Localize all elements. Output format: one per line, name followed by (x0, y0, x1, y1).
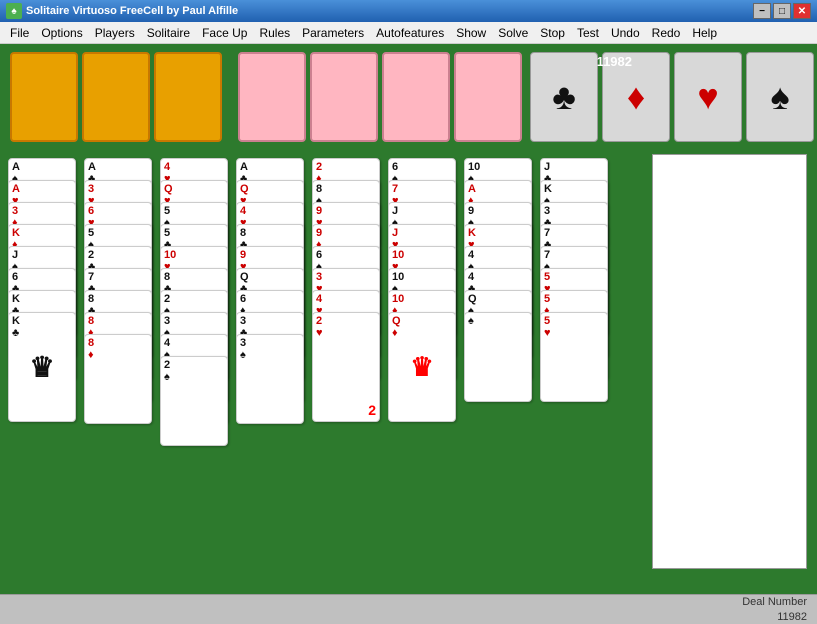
card[interactable]: 2♠ (160, 356, 228, 446)
app-icon: ♠ (6, 3, 22, 19)
menu-redo[interactable]: Redo (646, 24, 687, 42)
menu-file[interactable]: File (4, 24, 35, 42)
card-column-7[interactable]: 10♠ A♦ 9♠ K♥ 4♠ 4♣ Q♠ ♠ (464, 158, 536, 578)
card[interactable]: 2♥ 2 (312, 312, 380, 422)
card[interactable]: 3♠ (236, 334, 304, 424)
deal-number: 11982 (742, 610, 807, 624)
card-column-5[interactable]: 2♦ 8♠ 9♥ 9♦ 6♠ 3♥ 4♥ 2♥ 2 (312, 158, 384, 578)
card-column-6[interactable]: 6♠ 7♥ J♠ J♥ 10♥ 10♠ 10♦ Q♦ ♛ (388, 158, 460, 578)
card-column-3[interactable]: 4♥ Q♥ 5♠ 5♣ 10♥ 8♣ 2♠ 3♠ 4♠ 2♠ (160, 158, 232, 578)
menu-players[interactable]: Players (89, 24, 141, 42)
freecell-slot-3[interactable] (154, 52, 222, 142)
card-column-8[interactable]: J♣ K♠ 3♣ 7♣ 7♠ 5♥ 5♦ 5♥ (540, 158, 612, 578)
maximize-button[interactable]: □ (773, 3, 791, 19)
foundation-slot-3[interactable] (382, 52, 450, 142)
foundation-slot-1[interactable] (238, 52, 306, 142)
menu-test[interactable]: Test (571, 24, 605, 42)
menu-undo[interactable]: Undo (605, 24, 646, 42)
card[interactable]: 8♦ (84, 334, 152, 424)
title-bar-text: Solitaire Virtuoso FreeCell by Paul Alfi… (26, 5, 753, 17)
freecell-slot-2[interactable] (82, 52, 150, 142)
foundation-area (238, 52, 522, 142)
status-bar: Deal Number 11982 (0, 594, 817, 624)
card-column-2[interactable]: A♣ 3♥ 6♥ 5♠ 2♣ 7♣ 8♣ 8♦ 8♦ (84, 158, 156, 578)
menu-help[interactable]: Help (686, 24, 723, 42)
title-bar: ♠ Solitaire Virtuoso FreeCell by Paul Al… (0, 0, 817, 22)
right-panel (652, 154, 807, 569)
card[interactable]: 5♥ (540, 312, 608, 402)
card[interactable]: ♠ (464, 312, 532, 402)
suit-card-clubs: ♣ (530, 52, 598, 142)
top-zone: ♣ ♦ ♥ ♠ (0, 44, 817, 150)
game-area: ♣ ♦ ♥ ♠ 11982 A♠A♠ A♥ 3♦ K♦ J♠ 6♣ K♣ K♣ … (0, 44, 817, 624)
card-face[interactable]: K♣ ♛ (8, 312, 76, 422)
title-bar-controls: − □ ✕ (753, 3, 811, 19)
card-column-4[interactable]: A♣ Q♥ 4♥ 8♣ 9♥ Q♣ 6♦ 3♣ 3♠ (236, 158, 308, 578)
menu-options[interactable]: Options (35, 24, 88, 42)
menu-rules[interactable]: Rules (253, 24, 296, 42)
menu-solitaire[interactable]: Solitaire (141, 24, 196, 42)
columns-area: A♠A♠ A♥ 3♦ K♦ J♠ 6♣ K♣ K♣ ♛ A♣ 3♥ 6♥ 5♠ (0, 154, 620, 582)
foundation-slot-4[interactable] (454, 52, 522, 142)
score-display: 11982 (597, 54, 632, 69)
freecell-area (10, 52, 222, 142)
suit-card-hearts: ♥ (674, 52, 742, 142)
menu-show[interactable]: Show (450, 24, 492, 42)
deal-info: Deal Number 11982 (742, 595, 807, 624)
menu-faceup[interactable]: Face Up (196, 24, 253, 42)
card-column-1[interactable]: A♠A♠ A♥ 3♦ K♦ J♠ 6♣ K♣ K♣ ♛ (8, 158, 80, 578)
menu-solve[interactable]: Solve (492, 24, 534, 42)
suit-display: ♣ ♦ ♥ ♠ (530, 52, 814, 142)
minimize-button[interactable]: − (753, 3, 771, 19)
menu-autofeatures[interactable]: Autofeatures (370, 24, 450, 42)
card-face[interactable]: Q♦ ♛ (388, 312, 456, 422)
deal-label: Deal Number (742, 595, 807, 609)
close-button[interactable]: ✕ (793, 3, 811, 19)
foundation-slot-2[interactable] (310, 52, 378, 142)
menu-stop[interactable]: Stop (534, 24, 571, 42)
suit-card-spades: ♠ (746, 52, 814, 142)
menu-bar: File Options Players Solitaire Face Up R… (0, 22, 817, 44)
menu-parameters[interactable]: Parameters (296, 24, 370, 42)
freecell-slot-1[interactable] (10, 52, 78, 142)
